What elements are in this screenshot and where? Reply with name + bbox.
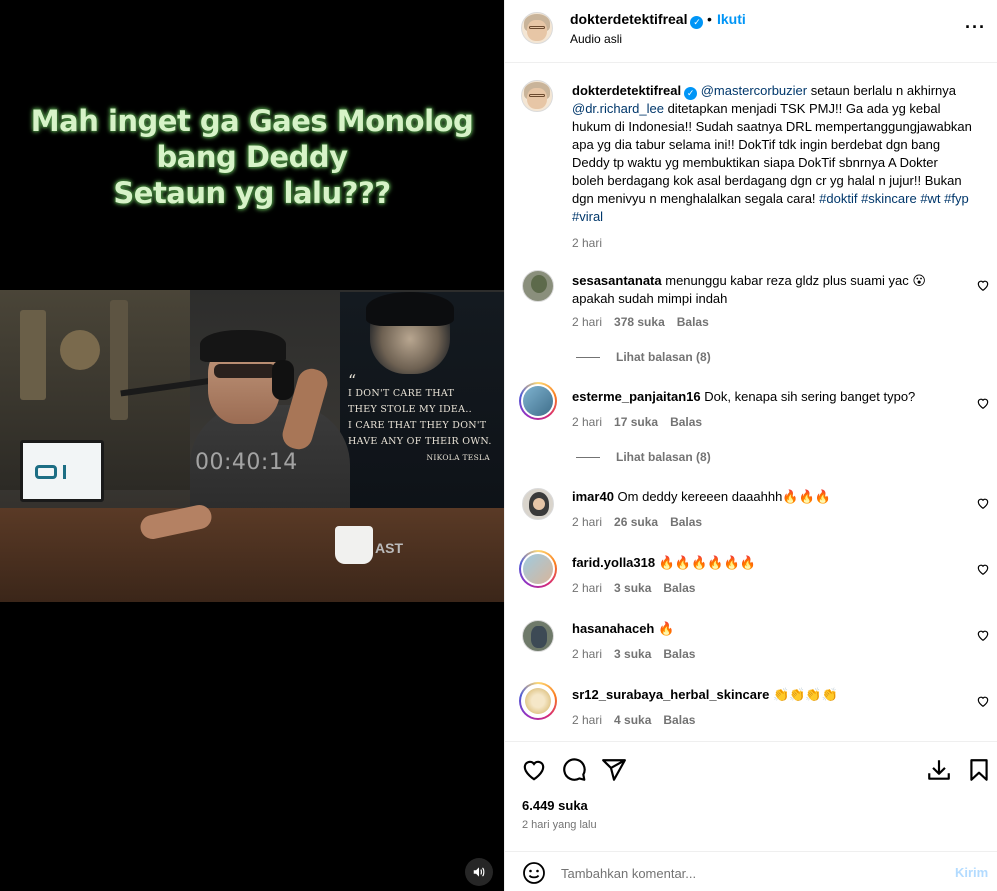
- like-comment-heart-icon[interactable]: [976, 562, 990, 576]
- download-icon[interactable]: [926, 757, 952, 783]
- comment-text: hasanahaceh 🔥: [572, 621, 675, 636]
- follow-button[interactable]: Ikuti: [717, 11, 746, 27]
- post-actions: 6.449 suka 2 hari yang lalu: [505, 741, 997, 851]
- caption-avatar[interactable]: [521, 80, 553, 112]
- share-icon[interactable]: [601, 757, 627, 783]
- commenter-username[interactable]: farid.yolla318: [572, 555, 655, 570]
- post-caption: dokterdetektifreal ✓ @mastercorbuzier set…: [572, 83, 972, 252]
- comment-text: sesasantanata menunggu kabar reza gldz p…: [572, 273, 926, 306]
- commenter-username[interactable]: imar40: [572, 489, 614, 504]
- mention-link[interactable]: @dr.richard_lee: [572, 101, 664, 116]
- commenter-username[interactable]: sesasantanata: [572, 273, 662, 288]
- like-comment-heart-icon[interactable]: [976, 278, 990, 292]
- view-replies-button[interactable]: Lihat balasan (8): [576, 350, 711, 364]
- emoji-icon[interactable]: [522, 861, 546, 885]
- like-comment-heart-icon[interactable]: [976, 694, 990, 708]
- reply-button[interactable]: Balas: [663, 647, 695, 661]
- comments-list[interactable]: dokterdetektifreal ✓ @mastercorbuzier set…: [505, 64, 997, 741]
- verified-badge-icon: ✓: [684, 87, 698, 100]
- reply-button[interactable]: Balas: [670, 515, 702, 529]
- background-monitor: [20, 440, 104, 502]
- caption-username[interactable]: dokterdetektifreal: [572, 83, 681, 98]
- commenter-username[interactable]: sr12_surabaya_herbal_skincare: [572, 687, 769, 702]
- video-timecode: 00:40:14: [195, 450, 298, 475]
- commenter-username[interactable]: esterme_panjaitan16: [572, 389, 701, 404]
- comment-meta: 2 hari 17 suka Balas: [572, 415, 703, 429]
- commenter-avatar[interactable]: [519, 682, 557, 720]
- reply-button[interactable]: Balas: [677, 315, 709, 329]
- reply-button[interactable]: Balas: [663, 713, 695, 727]
- studio-sign: AST: [375, 540, 403, 556]
- comment-composer: Kirim: [505, 851, 997, 891]
- comment-text: farid.yolla318 🔥🔥🔥🔥🔥🔥: [572, 555, 756, 570]
- author-username[interactable]: dokterdetektifreal ✓: [570, 11, 704, 29]
- post-header: dokterdetektifreal ✓ • Ikuti Audio asli ·…: [505, 0, 997, 63]
- like-comment-heart-icon[interactable]: [976, 628, 990, 642]
- desk: [0, 508, 504, 602]
- heart-icon[interactable]: [521, 757, 547, 783]
- like-comment-heart-icon[interactable]: [976, 496, 990, 510]
- video-frame: “ I DON'T CARE THAT THEY STOLE MY IDEA..…: [0, 290, 504, 602]
- caption-time[interactable]: 2 hari: [572, 234, 972, 252]
- overlay-line-1: Mah inget ga Gaes Monolog: [30, 104, 474, 138]
- reply-button[interactable]: Balas: [670, 415, 702, 429]
- audio-link[interactable]: Audio asli: [570, 32, 622, 46]
- mention-link[interactable]: @mastercorbuzier: [701, 83, 807, 98]
- poster-quote: “ I DON'T CARE THAT THEY STOLE MY IDEA..…: [348, 371, 492, 463]
- separator: •: [707, 11, 712, 27]
- speaker-icon: [473, 867, 485, 877]
- send-comment-button[interactable]: Kirim: [955, 865, 988, 880]
- post-panel: dokterdetektifreal ✓ • Ikuti Audio asli ·…: [504, 0, 997, 891]
- commenter-username[interactable]: hasanahaceh: [572, 621, 654, 636]
- commenter-avatar[interactable]: [519, 382, 557, 420]
- post-media[interactable]: Mah inget ga Gaes Monolog bang Deddy Set…: [0, 0, 504, 891]
- commenter-avatar[interactable]: [522, 620, 554, 652]
- like-count[interactable]: 6.449 suka: [522, 798, 588, 813]
- sound-toggle-button[interactable]: [465, 858, 493, 886]
- reply-button[interactable]: Balas: [663, 581, 695, 595]
- verified-badge-icon: ✓: [690, 16, 704, 29]
- commenter-avatar[interactable]: [522, 488, 554, 520]
- author-avatar[interactable]: [521, 12, 553, 44]
- mug: [335, 526, 373, 564]
- comment-meta: 2 hari 4 suka Balas: [572, 713, 696, 727]
- comment-input[interactable]: [561, 860, 931, 886]
- commenter-avatar[interactable]: [522, 270, 554, 302]
- comment-text: imar40 Om deddy kereeen daaahhh🔥🔥🔥: [572, 489, 831, 504]
- overlay-line-3: Setaun yg lalu???: [113, 176, 391, 210]
- comment-icon[interactable]: [561, 757, 587, 783]
- comment-text: esterme_panjaitan16 Dok, kenapa sih seri…: [572, 389, 916, 404]
- comment-meta: 2 hari 3 suka Balas: [572, 581, 696, 595]
- post-date[interactable]: 2 hari yang lalu: [522, 819, 597, 831]
- bookmark-icon[interactable]: [966, 757, 992, 783]
- commenter-avatar[interactable]: [519, 550, 557, 588]
- comment-text: sr12_surabaya_herbal_skincare 👏👏👏👏: [572, 687, 838, 702]
- comment-meta: 2 hari 3 suka Balas: [572, 647, 696, 661]
- comment-meta: 2 hari 378 suka Balas: [572, 315, 709, 329]
- comment-meta: 2 hari 26 suka Balas: [572, 515, 703, 529]
- video-overlay-text: Mah inget ga Gaes Monolog bang Deddy Set…: [0, 103, 504, 211]
- more-options-icon[interactable]: ···: [965, 17, 986, 38]
- view-replies-button[interactable]: Lihat balasan (8): [576, 450, 711, 464]
- like-comment-heart-icon[interactable]: [976, 396, 990, 410]
- overlay-line-2: bang Deddy: [156, 140, 349, 174]
